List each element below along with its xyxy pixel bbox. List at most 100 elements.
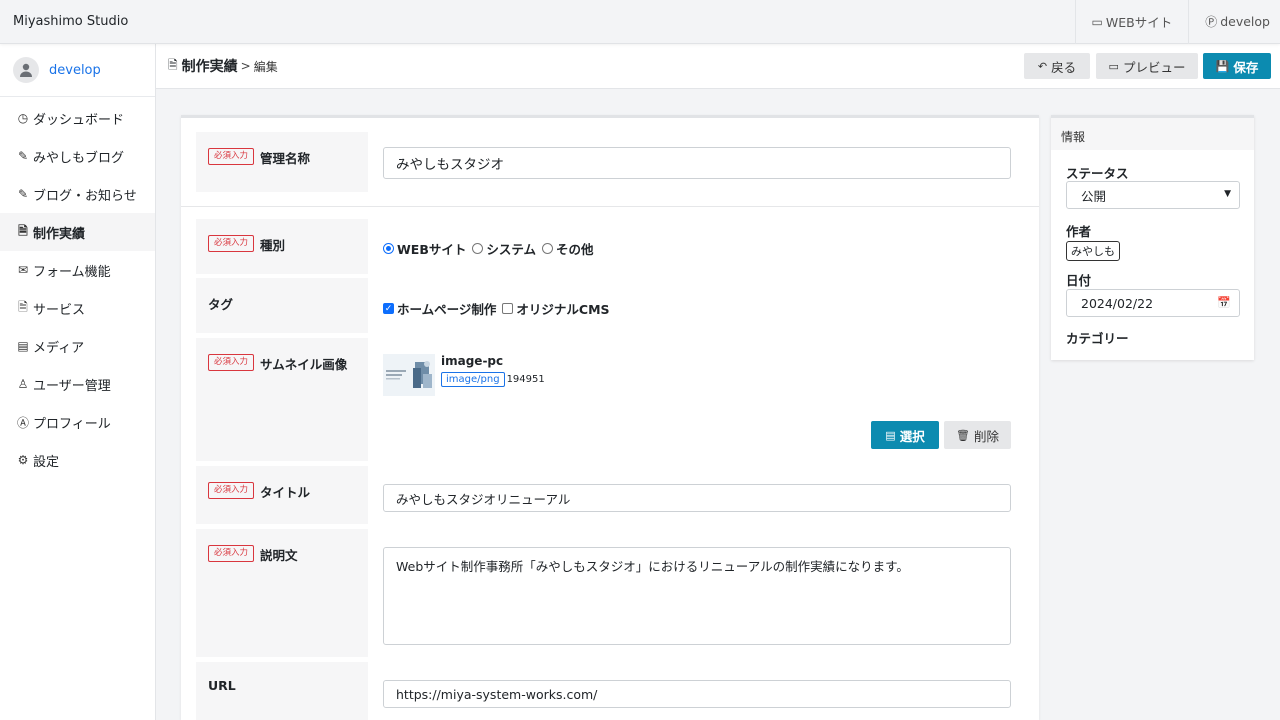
- document-icon: 🗎: [18, 299, 28, 314]
- divider: [181, 206, 1039, 207]
- status-label: ステータス: [1066, 166, 1129, 181]
- profile-icon: Ⓐ: [16, 415, 29, 430]
- sidebar-item-dashboard[interactable]: ◷ ダッシュボード: [0, 99, 155, 137]
- form-row-title: 必須入力 タイトル みやしもスタジオリニューアル: [196, 466, 1024, 524]
- field-label-text: タイトル: [260, 485, 311, 500]
- sidebar-nav: ◷ ダッシュボード ✎ みやしもブログ ✎ ブログ・お知らせ 🗎 制作実績 ✉ …: [0, 97, 155, 479]
- save-button[interactable]: 💾 保存: [1203, 53, 1271, 79]
- user-icon: ♙: [17, 377, 29, 391]
- trash-icon: 🗑: [956, 428, 970, 442]
- pencil-icon: ✎: [17, 187, 29, 201]
- back-button[interactable]: ↶ 戻る: [1024, 53, 1090, 79]
- name-input[interactable]: みやしもスタジオ: [383, 147, 1011, 179]
- field-label-name: 必須入力 管理名称: [196, 132, 368, 192]
- image-icon: ▤: [17, 339, 29, 353]
- option-label: システム: [486, 242, 536, 257]
- sidebar-item-blog-news[interactable]: ✎ ブログ・お知らせ: [0, 175, 155, 213]
- page-header: 🗎 制作実績 > 編集 ↶ 戻る ▭ プレビュー 💾 保存: [156, 44, 1280, 89]
- required-badge: 必須入力: [208, 148, 255, 165]
- status-select-value: 公開: [1081, 188, 1107, 204]
- form-row-type: 必須入力 種別 WEBサイト システム その他: [196, 219, 1024, 274]
- select-button-label: 選択: [899, 428, 925, 444]
- field-label-text: 説明文: [260, 548, 298, 563]
- file-mime-badge: image/png: [441, 372, 505, 387]
- sidebar-item-users[interactable]: ♙ ユーザー管理: [0, 365, 155, 403]
- sidebar-item-miyashimo-blog[interactable]: ✎ みやしもブログ: [0, 137, 155, 175]
- sidebar-item-label: ブログ・お知らせ: [33, 188, 137, 204]
- sidebar-item-label: サービス: [33, 302, 86, 318]
- website-link-label: WEBサイト: [1105, 15, 1173, 30]
- monitor-icon: ▭: [1091, 14, 1103, 29]
- website-link[interactable]: ▭ WEBサイト: [1074, 0, 1189, 44]
- tag-option-cms[interactable]: オリジナルCMS: [502, 299, 610, 318]
- info-card: 情報 ステータス 公開 ▼ 作者 みやしも 日付 2024/02/22 📅 カテ…: [1051, 115, 1254, 360]
- sidebar-item-settings[interactable]: ⚙ 設定: [0, 441, 155, 479]
- preview-button[interactable]: ▭ プレビュー: [1096, 53, 1198, 79]
- sidebar-item-forms[interactable]: ✉ フォーム機能: [0, 251, 155, 289]
- calendar-icon[interactable]: 📅: [1217, 296, 1231, 309]
- category-label: カテゴリー: [1066, 331, 1129, 346]
- checkbox-checked[interactable]: ✓: [383, 303, 394, 314]
- delete-button-label: 削除: [973, 428, 999, 444]
- form-row-url: URL https://miya-system-works.com/: [196, 662, 1024, 720]
- sidebar-user[interactable]: develop: [0, 44, 155, 97]
- title-input[interactable]: みやしもスタジオリニューアル: [383, 484, 1011, 512]
- form-row-tags: タグ ✓ ホームページ制作 オリジナルCMS: [196, 278, 1024, 333]
- sidebar-item-label: ダッシュボード: [33, 112, 125, 128]
- thumbnail-field: image-pc image/png 194951 ▤ 選択 🗑 削除: [383, 338, 1011, 461]
- file-size: 194951: [506, 374, 545, 385]
- back-arrow-icon: ↶: [1037, 59, 1048, 73]
- field-label-text: サムネイル画像: [260, 357, 348, 372]
- date-label: 日付: [1066, 273, 1092, 288]
- field-label-text: 管理名称: [260, 151, 311, 166]
- type-option-system[interactable]: システム: [472, 239, 536, 258]
- sidebar-user-name: develop: [49, 62, 101, 78]
- sidebar-item-label: プロフィール: [33, 416, 111, 432]
- radio[interactable]: [542, 243, 553, 254]
- info-card-heading: 情報: [1051, 118, 1254, 150]
- sidebar-item-services[interactable]: 🗎 サービス: [0, 289, 155, 327]
- thumbnail-image[interactable]: [383, 354, 435, 396]
- image-icon: ▤: [885, 428, 896, 442]
- type-option-website[interactable]: WEBサイト: [383, 239, 466, 258]
- required-badge: 必須入力: [208, 235, 255, 252]
- date-input[interactable]: 2024/02/22 📅: [1066, 289, 1240, 317]
- monitor-icon: ▭: [1108, 59, 1119, 73]
- field-label-text: 種別: [260, 238, 286, 253]
- sidebar-item-works[interactable]: 🗎 制作実績: [0, 213, 155, 251]
- tag-option-homepage[interactable]: ✓ ホームページ制作: [383, 299, 496, 318]
- option-label: WEBサイト: [397, 242, 467, 257]
- field-label-thumbnail: 必須入力 サムネイル画像: [196, 338, 368, 461]
- user-menu-label: develop: [1220, 14, 1270, 29]
- form-row-description: 必須入力 説明文 Webサイト制作事務所「みやしもスタジオ」におけるリニューアル…: [196, 529, 1024, 657]
- sidebar-item-media[interactable]: ▤ メディア: [0, 327, 155, 365]
- option-label: ホームページ制作: [397, 302, 497, 317]
- field-label-url: URL: [196, 662, 368, 720]
- save-icon: 💾: [1215, 59, 1230, 73]
- type-option-other[interactable]: その他: [542, 239, 594, 258]
- pencil-icon: ✎: [17, 149, 29, 163]
- sidebar-item-profile[interactable]: Ⓐ プロフィール: [0, 403, 155, 441]
- document-icon: 🗎: [168, 57, 178, 72]
- user-menu-link[interactable]: Ⓟ develop: [1188, 0, 1280, 44]
- brand-name[interactable]: Miyashimo Studio: [0, 14, 1075, 29]
- radio[interactable]: [472, 243, 484, 254]
- back-button-label: 戻る: [1051, 59, 1077, 75]
- breadcrumb-parent[interactable]: 制作実績: [182, 56, 238, 76]
- type-radio-group: WEBサイト システム その他: [383, 239, 1011, 258]
- url-input[interactable]: https://miya-system-works.com/: [383, 680, 1011, 708]
- user-circle-icon: Ⓟ: [1205, 15, 1218, 29]
- sidebar-item-label: メディア: [33, 340, 85, 356]
- field-label-description: 必須入力 説明文: [196, 529, 368, 657]
- delete-image-button[interactable]: 🗑 削除: [944, 421, 1011, 449]
- sidebar-item-label: 設定: [33, 454, 60, 470]
- checkbox[interactable]: [502, 303, 514, 314]
- select-image-button[interactable]: ▤ 選択: [871, 421, 939, 449]
- form-row-name: 必須入力 管理名称 みやしもスタジオ: [196, 132, 1024, 192]
- field-label-tags: タグ: [196, 278, 368, 333]
- status-select[interactable]: 公開 ▼: [1066, 181, 1240, 209]
- sidebar: develop ◷ ダッシュボード ✎ みやしもブログ ✎ ブログ・お知らせ 🗎…: [0, 44, 156, 720]
- option-label: オリジナルCMS: [516, 302, 610, 317]
- radio-checked[interactable]: [383, 243, 394, 254]
- description-textarea[interactable]: Webサイト制作事務所「みやしもスタジオ」におけるリニューアルの制作実績になりま…: [383, 547, 1011, 645]
